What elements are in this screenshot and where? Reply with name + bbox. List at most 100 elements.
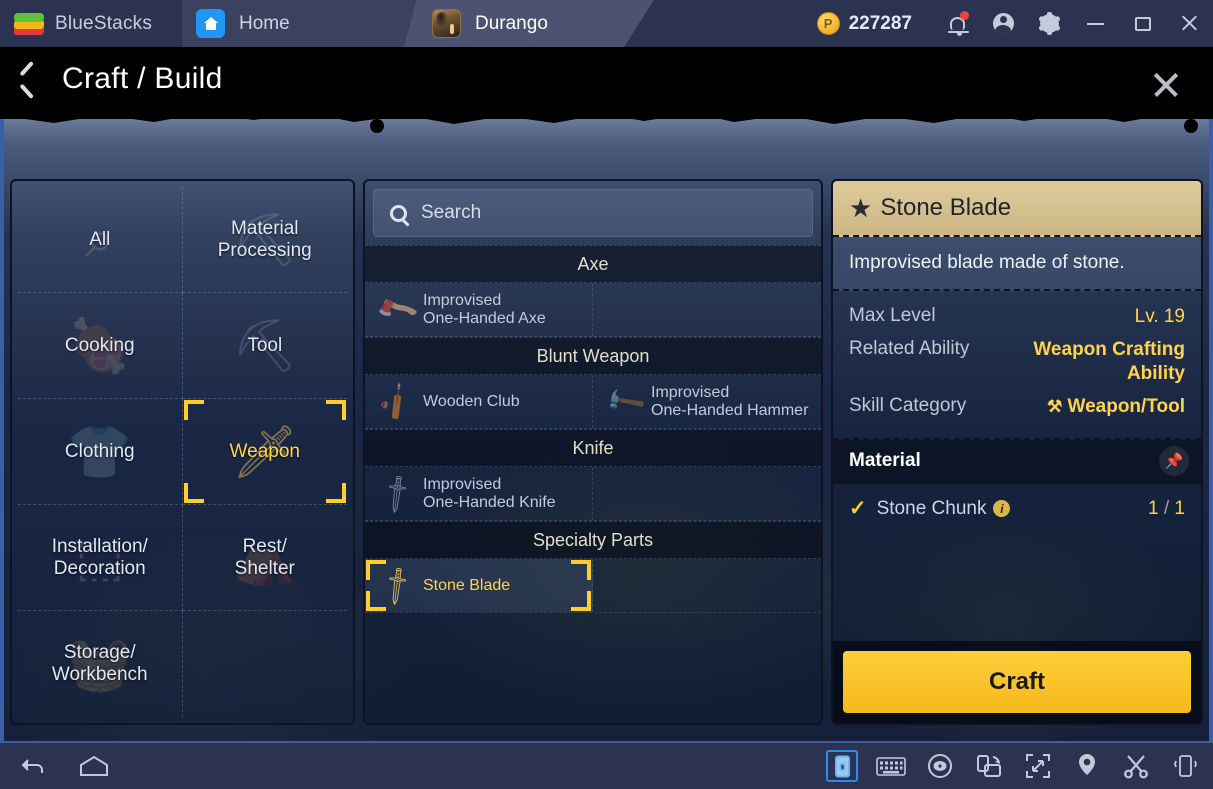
fullscreen-icon[interactable] [1022,750,1054,782]
detail-description-text: Improvised blade made of stone. [849,252,1125,273]
category-label: Clothing [64,440,135,462]
info-icon[interactable]: i [993,500,1011,517]
pin-icon[interactable]: 📌 [1159,446,1189,476]
recipe-item-empty [593,559,821,612]
category-cell-all[interactable]: ⌕ All [18,187,183,293]
material-separator: / [1163,497,1170,519]
stat-row-related-ability: Related Ability Weapon Crafting Ability [849,338,1185,386]
page-title: Craft / Build [62,62,223,95]
section-label: Specialty Parts [532,529,654,550]
rotate-icon[interactable] [973,750,1005,782]
bluestacks-logo-icon [13,11,45,37]
list-section-header-blunt-weapon: Blunt Weapon [365,337,821,375]
notifications-button[interactable] [934,0,980,47]
category-label: Storage/ Workbench [51,642,148,685]
minimize-button[interactable] [1072,0,1119,47]
eye-icon[interactable] [924,750,956,782]
list-section-header-specialty-parts: Specialty Parts [365,521,821,559]
account-button[interactable] [980,0,1026,47]
maximize-button[interactable] [1119,0,1166,47]
tab-home-label: Home [239,12,290,34]
bluestacks-brand: BlueStacks [0,0,182,47]
hammer-icon: 🔨 [602,379,648,424]
coin-icon: P [816,12,840,35]
material-list: ✓ Stone Chunk i 1 / 1 [833,484,1201,641]
category-cell-tool[interactable]: ⛏ Tool [182,293,347,399]
table-row: 🗡 Stone Blade [365,559,821,613]
selection-corner-icon [326,483,346,503]
category-cell-weapon[interactable]: 🗡 Weapon [182,399,347,505]
category-cell-storage-workbench[interactable]: 🧺 Storage/ Workbench [18,611,183,717]
stat-key: Skill Category [849,395,967,416]
item-detail-panel: ★ Stone Blade Improvised blade made of s… [831,179,1203,725]
recipe-item-label: Stone Blade [423,576,511,594]
search-input[interactable]: Search [373,189,813,237]
shake-device-icon[interactable] [1169,750,1201,782]
bluestacks-titlebar: BlueStacks Home Durango P 227287 [0,0,1213,47]
craft-panels: ⌕ All ⛏ Material Processing 🍖 Cooking ⛏ … [0,119,1213,741]
recipe-item-label: Improvised One-Handed Hammer [651,383,809,419]
recipe-item-label: Improvised One-Handed Knife [423,475,556,511]
selection-corner-icon [326,400,346,420]
gear-icon [1037,12,1061,35]
bottombar-left [0,750,110,782]
material-label: Material [849,450,921,471]
craft-button-area: Craft [833,641,1201,723]
portrait-mode-icon[interactable] [826,750,858,782]
category-label: Cooking [64,334,135,356]
category-label: Rest/ Shelter [234,535,295,579]
selection-corner-icon [183,483,204,503]
recipe-item-wooden-club[interactable]: 🏏 Wooden Club [365,375,593,428]
table-row: 🗡 Improvised One-Handed Knife [365,467,821,521]
recipe-item-stone-blade[interactable]: 🗡 Stone Blade [365,559,593,612]
section-label: Blunt Weapon [536,345,650,366]
recipe-item-improvised-one-handed-hammer[interactable]: 🔨 Improvised One-Handed Hammer [593,375,821,428]
recipe-item-improvised-one-handed-knife[interactable]: 🗡 Improvised One-Handed Knife [365,467,593,520]
detail-title-bar: ★ Stone Blade [833,181,1201,237]
check-icon: ✓ [849,497,867,520]
detail-description: Improvised blade made of stone. [833,237,1201,291]
category-label: All [89,228,111,250]
selection-corner-icon [366,560,386,580]
notification-badge [960,11,969,20]
stat-key: Max Level [849,305,936,326]
category-cell-installation-decoration[interactable]: ⬚ Installation/ Decoration [18,505,183,611]
stat-value: Weapon/Tool [1067,396,1185,417]
back-chevron-icon[interactable] [20,68,42,90]
list-section-header-axe: Axe [365,245,821,283]
currency-value: 227287 [848,12,912,34]
tab-home-content[interactable]: Home [196,0,290,47]
category-cell-clothing[interactable]: 👕 Clothing [18,399,183,505]
close-icon[interactable] [1151,69,1181,99]
titlebar-right-controls: P 227287 [816,0,1213,47]
category-label: Material Processing [217,217,312,261]
material-section-header: Material 📌 [833,440,1201,484]
back-icon[interactable] [18,750,50,782]
account-icon [992,13,1014,34]
category-cell-rest-shelter[interactable]: ⛺ Rest/ Shelter [182,505,347,611]
category-cell-material-processing[interactable]: ⛏ Material Processing [182,187,347,293]
category-cell-cooking[interactable]: 🍖 Cooking [18,293,183,399]
category-label: Tool [247,334,283,356]
recipe-item-improvised-one-handed-axe[interactable]: 🪓 Improvised One-Handed Axe [365,283,593,336]
search-placeholder: Search [421,202,482,223]
selection-corner-icon [571,591,591,611]
category-label: Installation/ Decoration [51,535,148,579]
settings-button[interactable] [1026,0,1072,47]
recipe-item-empty [593,283,821,336]
section-label: Knife [572,437,614,458]
stat-row-skill-category: Skill Category ⚒ Weapon/Tool [849,395,1185,419]
window-close-button[interactable] [1166,0,1213,47]
list-item[interactable]: ✓ Stone Chunk i 1 / 1 [849,496,1185,521]
keyboard-icon[interactable] [875,750,907,782]
craft-button[interactable]: Craft [843,651,1191,713]
category-grid: ⌕ All ⛏ Material Processing 🍖 Cooking ⛏ … [18,187,347,717]
location-pin-icon[interactable] [1071,750,1103,782]
close-icon [1180,14,1199,33]
bottombar-right [826,750,1201,782]
home-icon[interactable] [78,750,110,782]
tab-durango-content[interactable]: Durango [432,0,548,47]
scissors-icon[interactable] [1120,750,1152,782]
currency-display: P 227287 [816,12,912,35]
detail-stats: Max Level Lv. 19 Related Ability Weapon … [833,291,1201,440]
